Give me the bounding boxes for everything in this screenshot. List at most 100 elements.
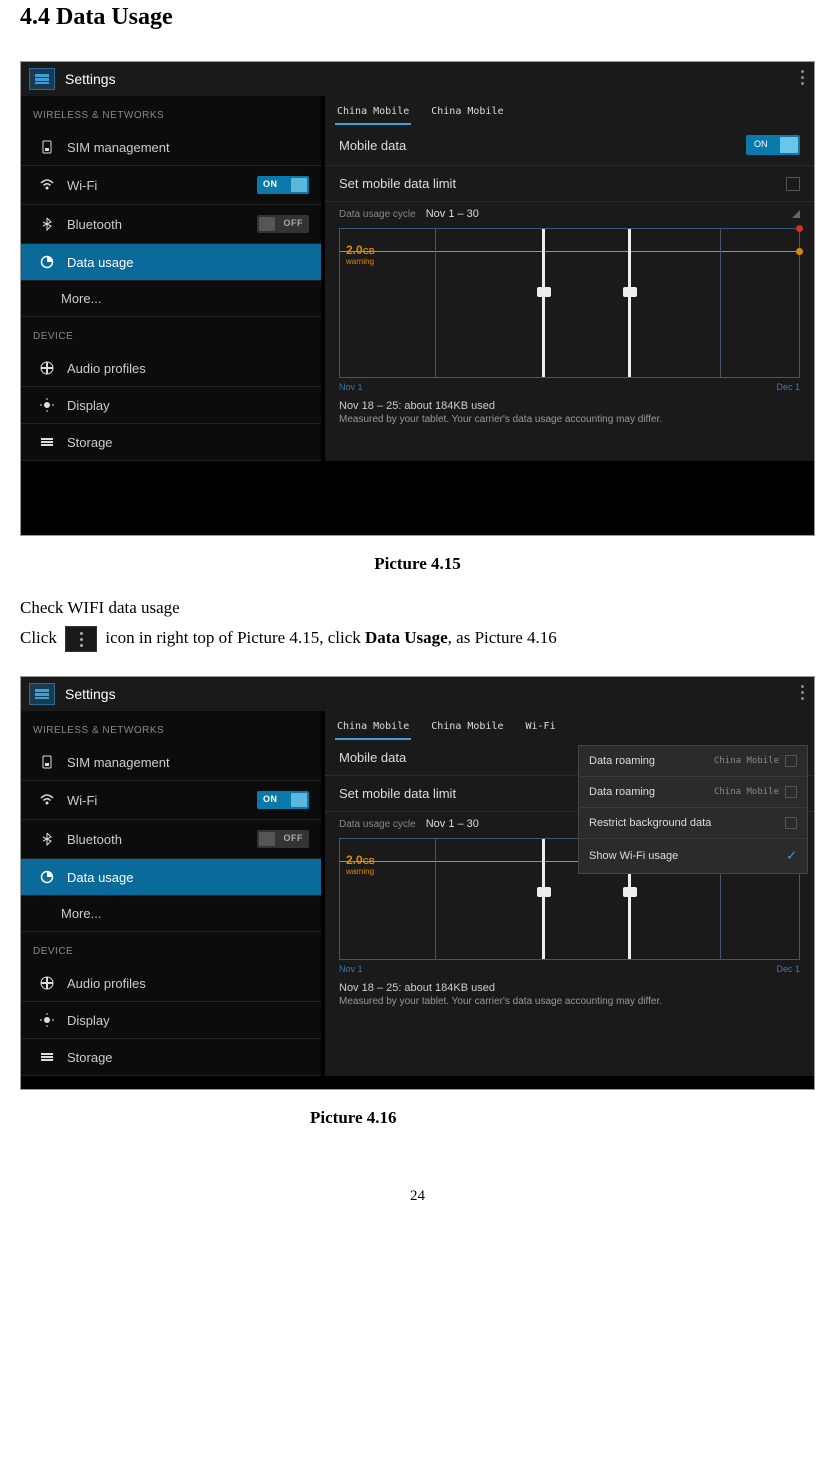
tab-sim-2[interactable]: China Mobile — [429, 717, 505, 740]
sidebar-item-more[interactable]: More... — [21, 896, 321, 932]
mobile-data-toggle[interactable]: ON — [746, 135, 800, 155]
sidebar-item-sim[interactable]: SIM management — [21, 129, 321, 166]
menu-item-restrict-bg[interactable]: Restrict background data — [579, 808, 807, 839]
content-pane: China Mobile China Mobile Wi-Fi Mobile d… — [321, 711, 814, 1076]
tab-sim-1[interactable]: China Mobile — [335, 102, 411, 125]
grid-line — [435, 839, 436, 959]
range-handle-left[interactable] — [542, 229, 545, 377]
titlebar: Settings — [21, 677, 814, 711]
sidebar: WIRELESS & NETWORKS SIM management Wi-Fi… — [21, 96, 321, 461]
sidebar-item-label: Display — [67, 1013, 309, 1028]
section-device-label: DEVICE — [21, 932, 321, 965]
sidebar-item-label: SIM management — [67, 755, 309, 770]
overflow-icon-inline — [65, 626, 97, 652]
settings-app-icon — [29, 683, 55, 705]
range-grip[interactable] — [537, 287, 551, 297]
wifi-icon — [39, 177, 55, 193]
row-set-limit[interactable]: Set mobile data limit — [325, 166, 814, 202]
page-number: 24 — [20, 1188, 815, 1205]
checkbox[interactable] — [785, 755, 797, 767]
menu-item-data-roaming-1[interactable]: Data roamingChina Mobile — [579, 746, 807, 777]
grid-line — [720, 229, 721, 377]
storage-icon — [39, 1049, 55, 1065]
cycle-value: Nov 1 – 30 — [426, 208, 479, 220]
warning-word: warning — [346, 257, 374, 266]
check-icon: ✓ — [786, 848, 797, 864]
menu-item-data-roaming-2[interactable]: Data roamingChina Mobile — [579, 777, 807, 808]
bluetooth-toggle[interactable]: OFF — [257, 215, 309, 233]
cycle-label: Data usage cycle — [339, 819, 416, 830]
range-grip[interactable] — [623, 887, 637, 897]
overflow-icon[interactable] — [801, 70, 804, 85]
sim-tabs: China Mobile China Mobile — [325, 96, 814, 125]
sidebar-item-display[interactable]: Display — [21, 387, 321, 424]
usage-summary: Nov 18 – 25: about 184KB used — [325, 392, 814, 414]
bluetooth-icon — [39, 216, 55, 232]
cycle-label: Data usage cycle — [339, 209, 416, 220]
audio-icon — [39, 975, 55, 991]
storage-icon — [39, 434, 55, 450]
sidebar-item-label: Storage — [67, 435, 309, 450]
tab-sim-1[interactable]: China Mobile — [335, 717, 411, 740]
sidebar-item-audio[interactable]: Audio profiles — [21, 350, 321, 387]
tab-wifi[interactable]: Wi-Fi — [524, 717, 558, 740]
limit-handle[interactable] — [796, 225, 803, 232]
sidebar-item-label: Audio profiles — [67, 361, 309, 376]
sidebar-item-label: Bluetooth — [67, 832, 257, 847]
sidebar-item-display[interactable]: Display — [21, 1002, 321, 1039]
axis-right: Dec 1 — [776, 382, 800, 392]
range-grip[interactable] — [537, 887, 551, 897]
display-icon — [39, 1012, 55, 1028]
sidebar-item-label: Data usage — [67, 255, 309, 270]
sidebar-item-sim[interactable]: SIM management — [21, 744, 321, 781]
limit-checkbox[interactable] — [786, 177, 800, 191]
sidebar-item-wifi[interactable]: Wi-Fi ON — [21, 781, 321, 820]
menu-item-show-wifi[interactable]: Show Wi-Fi usage✓ — [579, 839, 807, 873]
sidebar-item-label: Bluetooth — [67, 217, 257, 232]
sidebar-item-data-usage[interactable]: Data usage — [21, 244, 321, 281]
range-grip[interactable] — [623, 287, 637, 297]
sidebar-item-storage[interactable]: Storage — [21, 1039, 321, 1076]
figure-caption-4-16: Picture 4.16 — [310, 1108, 815, 1128]
sidebar-item-bluetooth[interactable]: Bluetooth OFF — [21, 205, 321, 244]
sidebar-item-audio[interactable]: Audio profiles — [21, 965, 321, 1002]
figure-caption-4-15: Picture 4.15 — [20, 554, 815, 574]
sidebar-item-data-usage[interactable]: Data usage — [21, 859, 321, 896]
checkbox[interactable] — [785, 786, 797, 798]
wifi-toggle[interactable]: ON — [257, 791, 309, 809]
checkbox[interactable] — [785, 817, 797, 829]
screenshot-4-16: Settings WIRELESS & NETWORKS SIM managem… — [20, 676, 815, 1090]
sidebar-item-bluetooth[interactable]: Bluetooth OFF — [21, 820, 321, 859]
row-mobile-data[interactable]: Mobile data ON — [325, 125, 814, 166]
sidebar-item-label: Wi-Fi — [67, 793, 257, 808]
warning-handle[interactable] — [796, 248, 803, 255]
sidebar-item-label: SIM management — [67, 140, 309, 155]
section-wireless-label: WIRELESS & NETWORKS — [21, 96, 321, 129]
overflow-icon[interactable] — [801, 685, 804, 700]
data-usage-icon — [39, 869, 55, 885]
range-handle-right[interactable] — [628, 229, 631, 377]
sidebar-item-label: Storage — [67, 1050, 309, 1065]
sidebar-item-wifi[interactable]: Wi-Fi ON — [21, 166, 321, 205]
data-usage-chart[interactable]: 2.0GB warning — [339, 228, 800, 378]
wifi-toggle[interactable]: ON — [257, 176, 309, 194]
tab-sim-2[interactable]: China Mobile — [429, 102, 505, 125]
section-wireless-label: WIRELESS & NETWORKS — [21, 711, 321, 744]
sidebar-item-label: Display — [67, 398, 309, 413]
sidebar-item-storage[interactable]: Storage — [21, 424, 321, 461]
axis-left: Nov 1 — [339, 382, 363, 392]
row-label: Mobile data — [339, 138, 746, 153]
row-label: Set mobile data limit — [339, 176, 786, 191]
bluetooth-toggle[interactable]: OFF — [257, 830, 309, 848]
sidebar: WIRELESS & NETWORKS SIM management Wi-Fi… — [21, 711, 321, 1076]
sim-icon — [39, 139, 55, 155]
titlebar: Settings — [21, 62, 814, 96]
row-cycle[interactable]: Data usage cycle Nov 1 – 30 — [325, 202, 814, 222]
warning-word: warning — [346, 867, 374, 876]
sidebar-item-label: Wi-Fi — [67, 178, 257, 193]
chart-axis: Nov 1 Dec 1 — [325, 964, 814, 974]
sidebar-item-more[interactable]: More... — [21, 281, 321, 317]
settings-app-icon — [29, 68, 55, 90]
range-handle-left[interactable] — [542, 839, 545, 959]
app-title: Settings — [65, 71, 116, 87]
